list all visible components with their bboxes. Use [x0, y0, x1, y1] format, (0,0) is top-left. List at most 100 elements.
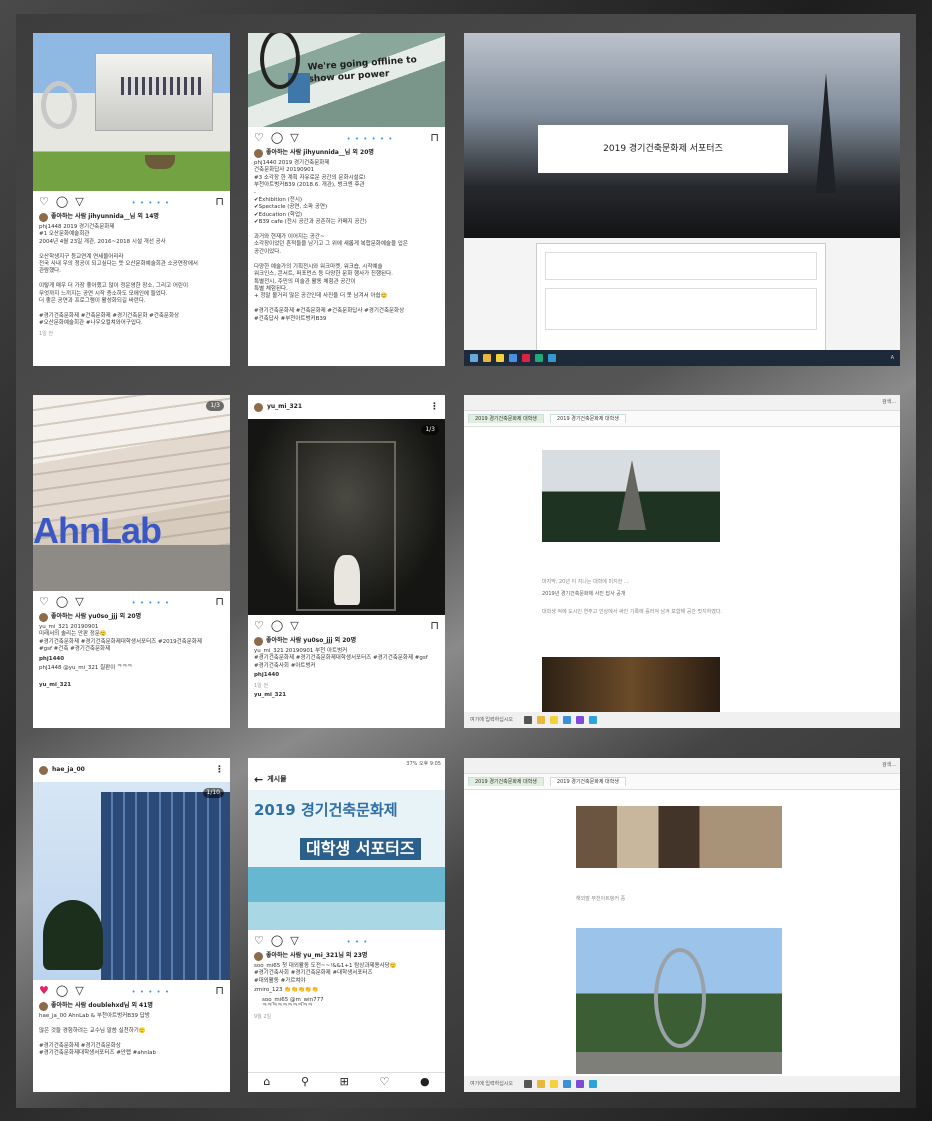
tab-bar: 2019 경기건축문화제 대학생 2019 경기건축문화제 대학생: [464, 774, 900, 790]
app-icon[interactable]: [576, 1080, 584, 1088]
browser-tab[interactable]: 2019 경기건축문화제 대학생: [549, 776, 626, 787]
comment-box: [545, 252, 817, 280]
post-photo: [33, 33, 230, 191]
comment-user[interactable]: phj1440: [33, 655, 230, 664]
windows-taskbar: 여기에 입력하십시오: [464, 1076, 900, 1092]
add-post-icon[interactable]: ⊞: [340, 1075, 349, 1090]
blog-title: 2019 경기건축문화제 서포터즈: [603, 143, 723, 154]
comment-icon[interactable]: ◯: [271, 619, 283, 634]
likes-text: 좋아하는 사람 jihyunnida__님 외 14명: [51, 213, 159, 221]
share-icon[interactable]: ▽: [290, 619, 298, 634]
home-icon[interactable]: ⌂: [263, 1075, 270, 1090]
comment-icon[interactable]: ◯: [56, 595, 68, 610]
app-icon[interactable]: [535, 354, 543, 362]
likes-text: 좋아하는 사람 yu0so_jjj 외 20명: [266, 637, 357, 645]
tree: [43, 900, 103, 970]
ahnlab-sign: AhnLab: [33, 510, 162, 551]
bookmark-icon[interactable]: ⊓: [215, 195, 224, 210]
likes-row: 좋아하는 사람 jihyunnida__님 외 14명: [33, 212, 230, 223]
content-panel: [536, 243, 826, 353]
instagram-post-5: hae_ja_00 ⋮ 1/10 ♥ ◯ ▽ • • • • • ⊓ 좋아하는 사…: [33, 758, 230, 1092]
post-caption: hae_ja_00 AhnLab & 부천아트벙커B39 답방 많은 것들 경험…: [39, 1012, 157, 1056]
post-username[interactable]: hae_ja_00: [52, 766, 85, 774]
share-icon[interactable]: ▽: [75, 595, 83, 610]
post-actions: ♡ ◯ ▽ • • • • • ⊓: [33, 191, 230, 212]
app-icon[interactable]: [548, 354, 556, 362]
share-icon[interactable]: ▽: [290, 934, 298, 949]
browser-icon[interactable]: [563, 716, 571, 724]
chat-icon[interactable]: [550, 1080, 558, 1088]
comment-icon[interactable]: ◯: [56, 195, 68, 210]
app-icon[interactable]: [589, 1080, 597, 1088]
heart-icon[interactable]: ♡: [39, 595, 49, 610]
search-box[interactable]: 검색...: [882, 399, 896, 406]
page-header: ← 게시물: [248, 770, 445, 790]
windows-taskbar: 여기에 입력하십시오: [464, 712, 900, 728]
heart-icon[interactable]: ♡: [254, 619, 264, 634]
post-caption: phj1448 2019 경기건축문화제 #1 오산문화예술회관 2004년 4…: [39, 223, 198, 327]
browser-icon[interactable]: [563, 1080, 571, 1088]
bookmark-icon[interactable]: ⊓: [430, 619, 439, 634]
folder-icon[interactable]: [537, 1080, 545, 1088]
folder-icon[interactable]: [537, 716, 545, 724]
post-actions: ♡ ◯ ▽ • • • • • ⊓: [33, 591, 230, 612]
instagram-post-4: yu_mi_321 ⋮ 1/3 ♡ ◯ ▽ ⊓ 좋아하는 사람 yu0so_jjj…: [248, 395, 445, 728]
taskbar-search[interactable]: 여기에 입력하십시오: [470, 717, 513, 724]
next-post-user[interactable]: yu_mi_321: [248, 691, 445, 700]
activity-icon[interactable]: ♡: [380, 1075, 390, 1090]
bookmark-icon[interactable]: ⊓: [215, 984, 224, 999]
post-actions: ♡ ◯ ▽ ⊓: [248, 615, 445, 636]
post-actions: ♡ ◯ ▽ • • •: [248, 930, 445, 951]
bookmark-icon[interactable]: ⊓: [430, 131, 439, 146]
avatar: [39, 612, 48, 622]
share-icon[interactable]: ▽: [75, 195, 83, 210]
app-icon[interactable]: [576, 716, 584, 724]
post-caption: phj1440 2019 경기건축문화제 건축문화답사 20190901 #3 …: [254, 159, 408, 322]
avatar[interactable]: [39, 765, 48, 775]
app-icon[interactable]: [522, 354, 530, 362]
chat-icon[interactable]: [496, 354, 504, 362]
app-icon[interactable]: [589, 716, 597, 724]
post-time: 1일 전: [39, 330, 53, 337]
search-icon[interactable]: ⚲: [301, 1075, 309, 1090]
comment-icon[interactable]: ◯: [271, 131, 283, 146]
search-box[interactable]: 검색...: [882, 762, 896, 769]
likes-row: 좋아하는 사람 yu0so_jjj 외 20명: [248, 636, 445, 647]
share-icon[interactable]: ▽: [75, 984, 83, 999]
profile-icon[interactable]: ●: [420, 1075, 430, 1090]
back-icon[interactable]: ←: [254, 773, 263, 788]
chat-icon[interactable]: [550, 716, 558, 724]
building-windows: [121, 77, 201, 95]
more-icon[interactable]: ⋮: [430, 401, 439, 413]
post-photo: 1/10: [33, 782, 230, 980]
browser-tab[interactable]: 2019 경기건축문화제 대학생: [549, 413, 626, 424]
post-username[interactable]: yu_mi_321: [267, 403, 302, 411]
comment-2: soo_mi65 @m_win777 ᄏᄏᄏᄏᄏᄏᄏᄏᄏᄏ: [262, 996, 324, 1010]
share-icon[interactable]: ▽: [290, 131, 298, 146]
browser-icon[interactable]: [509, 354, 517, 362]
church-photo: [542, 450, 720, 542]
comment-icon[interactable]: ◯: [56, 984, 68, 999]
likes-row: 좋아하는 사람 yu0so_jjj 외 20명: [33, 612, 230, 623]
comment-user[interactable]: phj1440: [248, 671, 445, 680]
bookmark-icon[interactable]: ⊓: [215, 595, 224, 610]
heart-icon[interactable]: ♡: [254, 131, 264, 146]
heart-icon[interactable]: ♥: [39, 984, 49, 999]
post-caption: 마지막, 20년 이 지나는 대학에 미지한 ...: [542, 579, 629, 585]
mail-icon[interactable]: [524, 716, 532, 724]
heart-icon[interactable]: ♡: [254, 934, 264, 949]
folder-icon[interactable]: [483, 354, 491, 362]
avatar: [39, 1001, 48, 1011]
comment-icon[interactable]: ◯: [271, 934, 283, 949]
avatar[interactable]: [254, 402, 263, 412]
more-icon[interactable]: ⋮: [215, 764, 224, 776]
heart-icon[interactable]: ♡: [39, 195, 49, 210]
sculpture-photo: [576, 928, 782, 1074]
taskbar-search[interactable]: 여기에 입력하십시오: [470, 1081, 513, 1088]
mail-icon[interactable]: [524, 1080, 532, 1088]
likes-row: 좋아하는 사람 jihyunnida__님 외 20명: [248, 148, 445, 159]
next-post-user[interactable]: yu_mi_321: [33, 681, 230, 690]
browser-tab[interactable]: 2019 경기건축문화제 대학생: [468, 776, 544, 787]
start-icon[interactable]: [470, 354, 478, 362]
browser-tab[interactable]: 2019 경기건축문화제 대학생: [468, 413, 544, 424]
